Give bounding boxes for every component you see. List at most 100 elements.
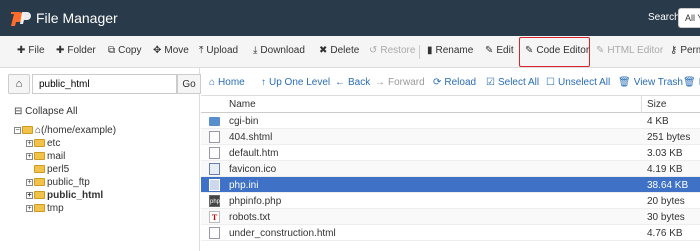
table-row[interactable]: default.htm 3.03 KB xyxy=(201,145,700,161)
upload-button[interactable]: ⤒ Upload xyxy=(199,45,238,56)
home-icon: ⌂ xyxy=(15,78,23,90)
rename-button[interactable]: ▮ Rename xyxy=(427,45,473,56)
collapse-toggle-icon: − xyxy=(14,127,21,134)
close-icon: ✖ xyxy=(319,45,328,56)
file-size: 3.03 KB xyxy=(647,148,683,159)
folder-icon xyxy=(34,139,45,147)
plus-icon: ✚ xyxy=(17,45,26,56)
square-icon: ☐ xyxy=(546,77,555,88)
php-file-icon: php xyxy=(209,195,220,207)
file-name: phpinfo.php xyxy=(229,196,282,207)
expand-toggle-icon: + xyxy=(26,179,33,186)
back-arrow-icon: ← xyxy=(335,77,345,88)
up-one-level-button[interactable]: ↑ Up One Level xyxy=(261,77,330,88)
toolbar-divider xyxy=(419,45,420,59)
table-row[interactable]: T robots.txt 30 bytes xyxy=(201,209,700,225)
folder-icon xyxy=(34,152,45,160)
file-size: 4 KB xyxy=(647,116,669,127)
copy-button[interactable]: ⧉ Copy xyxy=(108,45,142,56)
column-header-name[interactable]: Name xyxy=(229,99,256,110)
table-row-selected[interactable]: php.ini 38.64 KB xyxy=(201,177,700,193)
folder-icon xyxy=(34,191,45,199)
html-editor-button[interactable]: ✎ HTML Editor xyxy=(596,45,663,56)
column-header-size[interactable]: Size xyxy=(647,99,666,110)
table-row[interactable]: php phpinfo.php 20 bytes xyxy=(201,193,700,209)
file-name: default.htm xyxy=(229,148,279,159)
tree-item-mail[interactable]: + mail xyxy=(26,151,65,162)
copy-icon: ⧉ xyxy=(108,45,116,56)
edit-button[interactable]: ✎ Edit xyxy=(485,45,514,56)
collapse-all-button[interactable]: ⊟ Collapse All xyxy=(14,106,77,117)
file-list-panel: ⌂ Home ↑ Up One Level ← Back → Forward ⟳ Relo… xyxy=(201,68,700,251)
folder-open-icon xyxy=(22,126,33,134)
tree-item-public-html[interactable]: + public_html xyxy=(26,190,103,201)
file-name: favicon.ico xyxy=(229,164,277,175)
download-button[interactable]: ⤓ Download xyxy=(253,45,305,56)
file-name: robots.txt xyxy=(229,212,271,223)
collapse-icon: ⊟ xyxy=(14,106,23,117)
navigation-bar: ⌂ Home ↑ Up One Level ← Back → Forward ⟳ Relo… xyxy=(201,68,700,96)
folder-tree-panel: ⌂ Go ⊟ Collapse All −⌂(/home/example) +e… xyxy=(0,68,201,251)
unselect-all-button[interactable]: ☐ Unselect All xyxy=(546,77,610,88)
new-folder-button[interactable]: ✚ Folder xyxy=(56,45,96,56)
file-size: 38.64 KB xyxy=(647,180,689,191)
table-row[interactable]: cgi-bin 4 KB xyxy=(201,113,700,129)
folder-icon xyxy=(34,204,45,212)
restore-icon: ↺ xyxy=(369,45,378,56)
path-input[interactable] xyxy=(32,74,177,94)
delete-button[interactable]: ✖ Delete xyxy=(319,45,359,56)
tree-item-etc[interactable]: + etc xyxy=(26,138,60,149)
html-editor-icon: ✎ xyxy=(596,45,605,56)
file-name: cgi-bin xyxy=(229,116,259,127)
code-editor-highlight xyxy=(519,37,590,67)
permissions-button[interactable]: ⚷Perm xyxy=(670,45,700,56)
expand-toggle-icon: + xyxy=(26,192,33,199)
upload-icon: ⤒ xyxy=(199,45,204,56)
trash-icon: 🗑 xyxy=(618,77,631,88)
go-button[interactable]: Go xyxy=(177,74,201,94)
expand-toggle-icon: + xyxy=(26,140,33,147)
top-bar: File Manager Search All Y xyxy=(0,0,700,36)
html-file-icon xyxy=(209,147,220,159)
file-size: 30 bytes xyxy=(647,212,685,223)
pencil-icon: ✎ xyxy=(485,45,494,56)
cpanel-logo-icon xyxy=(11,12,31,26)
tree-item-public-ftp[interactable]: + public_ftp xyxy=(26,177,90,188)
column-divider xyxy=(641,96,642,113)
new-file-button[interactable]: ✚ File xyxy=(17,45,45,56)
reload-icon: ⟳ xyxy=(433,77,442,88)
download-icon: ⤓ xyxy=(253,45,258,56)
file-size: 4.76 KB xyxy=(647,228,683,239)
html-file-icon xyxy=(209,227,220,239)
empty-trash-button[interactable]: 🗑E xyxy=(683,77,700,88)
home-button[interactable]: ⌂ Home xyxy=(209,77,245,88)
forward-button[interactable]: → Forward xyxy=(375,77,425,88)
expand-toggle-icon: + xyxy=(26,205,33,212)
search-scope-select[interactable]: All Y xyxy=(678,8,700,28)
plus-icon: ✚ xyxy=(56,45,65,56)
tree-item-tmp[interactable]: + tmp xyxy=(26,203,64,214)
move-button[interactable]: ✥ Move xyxy=(153,45,189,56)
search-label: Search xyxy=(648,12,680,23)
file-name: 404.shtml xyxy=(229,132,273,143)
main-toolbar: ✚ File ✚ Folder ⧉ Copy ✥ Move ⤒ Upload ⤓ Downl… xyxy=(0,36,700,68)
table-row[interactable]: under_construction.html 4.76 KB xyxy=(201,225,700,241)
table-row[interactable]: favicon.ico 4.19 KB xyxy=(201,161,700,177)
select-all-button[interactable]: ☑ Select All xyxy=(486,77,539,88)
tree-item-perl5[interactable]: perl5 xyxy=(34,164,69,175)
file-size: 20 bytes xyxy=(647,196,685,207)
table-row[interactable]: 404.shtml 251 bytes xyxy=(201,129,700,145)
restore-button[interactable]: ↺ Restore xyxy=(369,45,415,56)
folder-icon xyxy=(209,117,220,126)
tree-root[interactable]: − ⌂(/home/example) xyxy=(14,125,116,136)
expand-toggle-icon: + xyxy=(26,153,33,160)
file-name: under_construction.html xyxy=(229,228,336,239)
trash-icon: 🗑 xyxy=(683,77,696,88)
view-trash-button[interactable]: 🗑 View Trash xyxy=(618,77,683,88)
rename-icon: ▮ xyxy=(427,45,433,56)
back-button[interactable]: ← Back xyxy=(335,77,370,88)
reload-button[interactable]: ⟳ Reload xyxy=(433,77,476,88)
forward-arrow-icon: → xyxy=(375,77,385,88)
home-path-button[interactable]: ⌂ xyxy=(8,74,30,94)
file-size: 251 bytes xyxy=(647,132,691,143)
